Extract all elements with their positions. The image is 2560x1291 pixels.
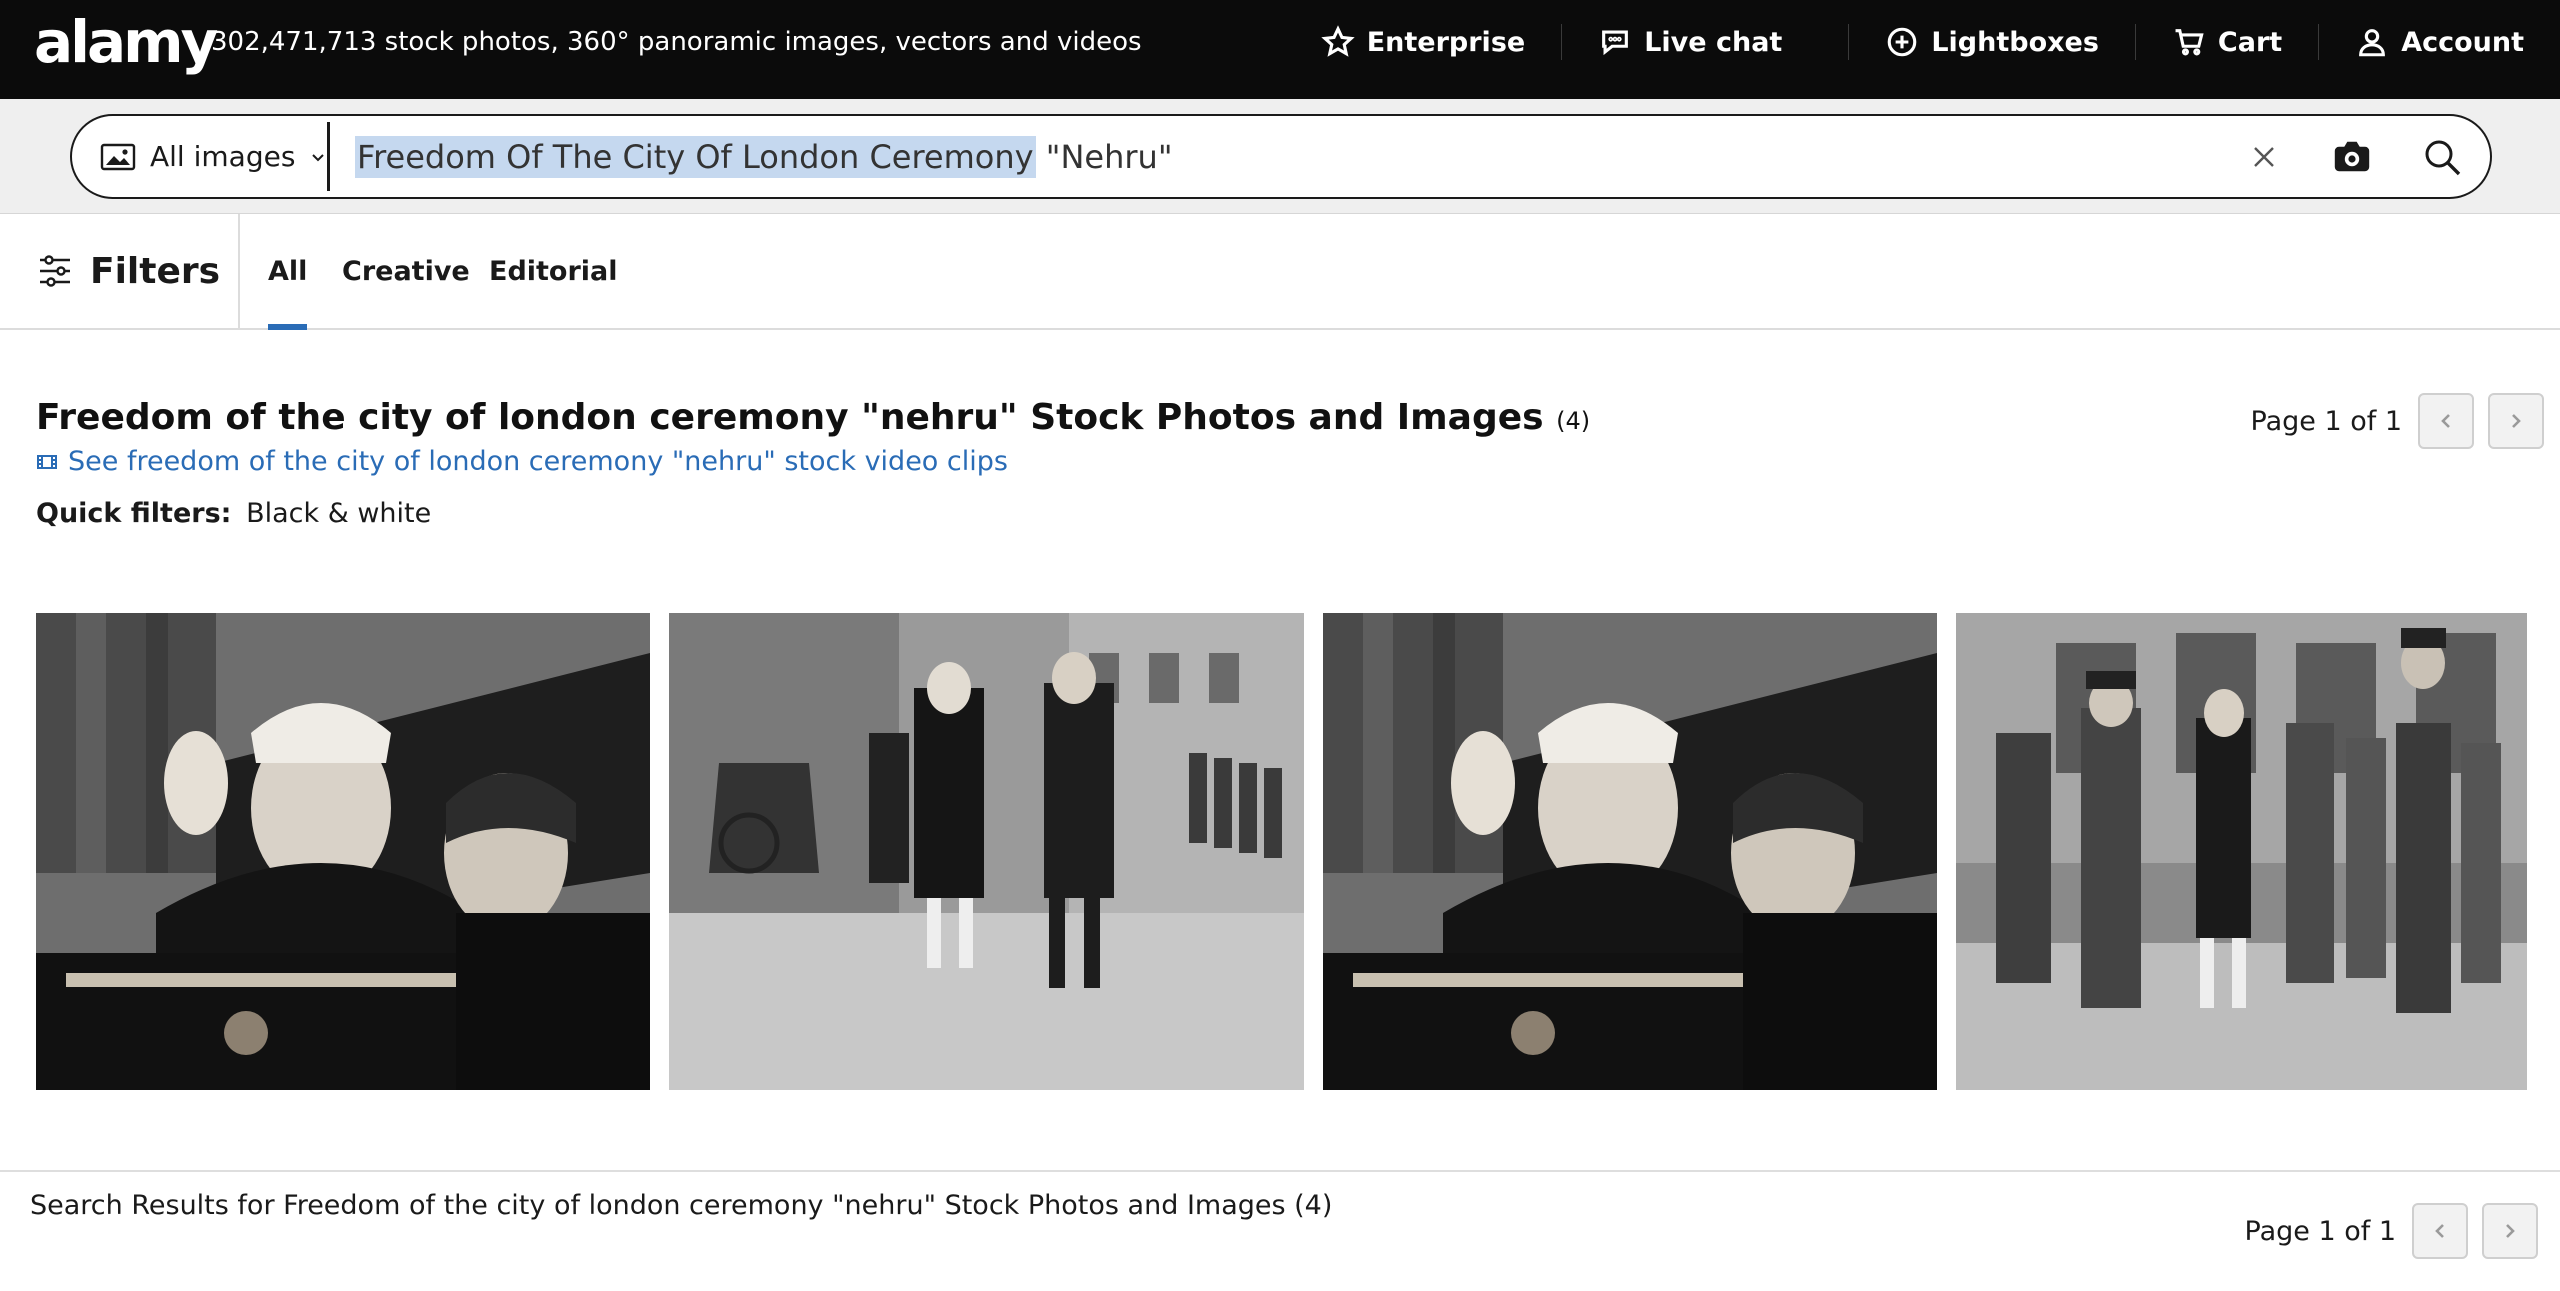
result-image-3[interactable] bbox=[1323, 613, 1937, 1090]
nav-enterprise[interactable]: Enterprise bbox=[1285, 24, 1561, 60]
search-submit-button[interactable] bbox=[2418, 133, 2466, 181]
quick-filters-label: Quick filters: bbox=[36, 498, 232, 529]
tab-editorial[interactable]: Editorial bbox=[489, 214, 618, 328]
result-image-4[interactable] bbox=[1956, 613, 2527, 1090]
photo-nehru-carriage-2 bbox=[1323, 613, 1937, 1090]
pager-top: Page 1 of 1 bbox=[2250, 393, 2544, 449]
chevron-right-icon bbox=[2506, 1224, 2515, 1238]
result-image-2[interactable] bbox=[669, 613, 1304, 1090]
cart-icon bbox=[2175, 29, 2204, 56]
page-title: Freedom of the city of london ceremony "… bbox=[36, 396, 1590, 443]
film-icon bbox=[37, 454, 57, 469]
next-page-button-bottom[interactable] bbox=[2482, 1203, 2538, 1259]
prev-page-button-bottom[interactable] bbox=[2412, 1203, 2468, 1259]
result-image-1[interactable] bbox=[36, 613, 650, 1090]
pager-bottom: Page 1 of 1 bbox=[2244, 1203, 2538, 1259]
camera-icon bbox=[2334, 141, 2370, 172]
photo-nehru-walking bbox=[669, 613, 1304, 1090]
search-icon bbox=[2425, 140, 2461, 176]
search-zone: All images Freedom Of The City Of London… bbox=[0, 99, 2560, 214]
quick-filters: Quick filters: Black & white bbox=[36, 498, 431, 529]
next-page-button[interactable] bbox=[2488, 393, 2544, 449]
close-icon bbox=[2254, 147, 2274, 167]
chevron-right-icon bbox=[2512, 414, 2521, 428]
results-count: (4) bbox=[1556, 407, 1591, 435]
top-bar: alamy 302,471,713 stock photos, 360° pan… bbox=[0, 0, 2560, 99]
photo-nehru-guard-inspection bbox=[1956, 613, 2527, 1090]
chat-icon bbox=[1602, 30, 1629, 56]
camera-search-button[interactable] bbox=[2328, 133, 2376, 181]
nav-cart-label: Cart bbox=[2217, 26, 2283, 58]
chevron-down-icon bbox=[312, 153, 325, 161]
tab-all[interactable]: All bbox=[268, 214, 308, 330]
search-box: All images Freedom Of The City Of London… bbox=[70, 114, 2492, 199]
user-icon bbox=[2359, 29, 2386, 57]
nav-live-chat[interactable]: Live chat bbox=[1561, 24, 1818, 60]
filter-tab-bar: Filters All Creative Editorial bbox=[0, 214, 2560, 330]
nav-live-chat-label: Live chat bbox=[1644, 26, 1783, 58]
plus-circle-icon bbox=[1888, 27, 1917, 57]
nav-account[interactable]: Account bbox=[2318, 24, 2560, 60]
video-clips-link-label: See freedom of the city of london ceremo… bbox=[68, 446, 1008, 477]
star-icon bbox=[1321, 25, 1355, 57]
nav-cart[interactable]: Cart bbox=[2134, 24, 2318, 60]
search-scope-label: All images bbox=[150, 140, 296, 173]
prev-page-button[interactable] bbox=[2418, 393, 2474, 449]
filters-button[interactable]: Filters bbox=[0, 214, 240, 328]
tagline: 302,471,713 stock photos, 360° panoramic… bbox=[211, 27, 1142, 57]
footer-search-summary: Search Results for Freedom of the city o… bbox=[30, 1190, 1333, 1221]
nav-lightboxes[interactable]: Lightboxes bbox=[1848, 24, 2135, 60]
nav-lightboxes-label: Lightboxes bbox=[1931, 26, 2099, 58]
chevron-left-icon bbox=[2441, 414, 2450, 428]
nav-account-label: Account bbox=[2401, 26, 2524, 58]
search-query-selected: Freedom Of The City Of London Ceremony bbox=[355, 136, 1036, 178]
search-divider bbox=[327, 122, 330, 191]
clear-search-button[interactable] bbox=[2240, 133, 2288, 181]
search-input[interactable]: Freedom Of The City Of London Ceremony "… bbox=[355, 134, 1173, 180]
chevron-left-icon bbox=[2435, 1224, 2444, 1238]
filters-label: Filters bbox=[90, 250, 221, 292]
tab-creative[interactable]: Creative bbox=[342, 214, 470, 328]
sliders-icon bbox=[40, 255, 70, 287]
pager-bottom-label: Page 1 of 1 bbox=[2244, 1215, 2397, 1247]
results-title-text: Freedom of the city of london ceremony "… bbox=[36, 397, 1544, 438]
search-scope-dropdown[interactable]: All images bbox=[100, 116, 327, 197]
video-clips-link[interactable]: See freedom of the city of london ceremo… bbox=[36, 446, 1008, 477]
alamy-logo[interactable]: alamy bbox=[34, 10, 218, 74]
search-query-rest: "Nehru" bbox=[1035, 138, 1173, 176]
pager-top-label: Page 1 of 1 bbox=[2250, 405, 2403, 437]
image-icon bbox=[100, 143, 136, 170]
photo-nehru-carriage-1 bbox=[36, 613, 650, 1090]
footer-divider bbox=[0, 1170, 2560, 1172]
quick-filter-black-white[interactable]: Black & white bbox=[246, 498, 431, 529]
nav-enterprise-label: Enterprise bbox=[1366, 26, 1526, 58]
top-nav: Enterprise Live chat Lightboxes Cart Acc… bbox=[1285, 0, 2560, 84]
